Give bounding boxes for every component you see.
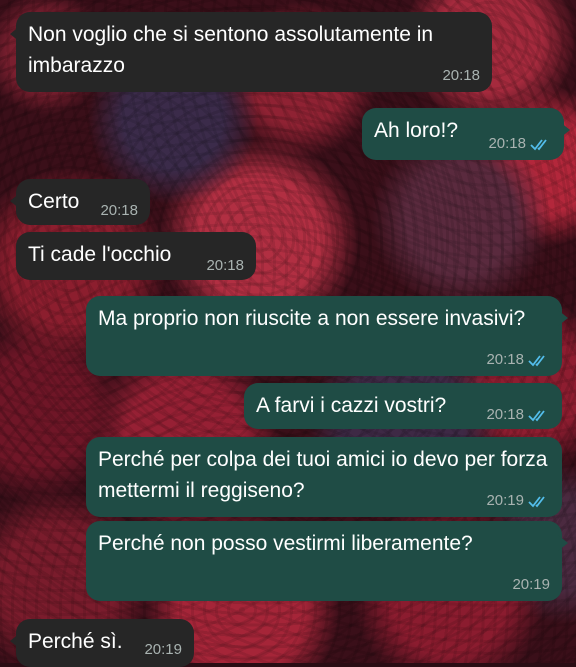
message-time: 20:18 — [442, 67, 480, 84]
message-meta: 20:19 — [512, 576, 550, 594]
message-meta: 20:18 — [488, 135, 552, 153]
message-bubble-incoming[interactable]: Non voglio che si sentono assolutamente … — [10, 12, 492, 92]
message-time: 20:18 — [486, 351, 524, 368]
message-meta: 20:18 — [206, 257, 244, 275]
message-text: Non voglio che si sentono assolutamente … — [28, 23, 434, 77]
message-time: 20:18 — [488, 135, 526, 152]
message-text: Perché non posso vestirmi liberamente? — [98, 532, 473, 555]
message-bubble-outgoing[interactable]: Perché per colpa dei tuoi amici io devo … — [86, 437, 562, 517]
message-meta: 20:18 — [486, 351, 550, 369]
double-check-read-icon — [528, 354, 550, 367]
message-bubble-incoming[interactable]: Ti cade l'occhio 20:18 — [16, 232, 256, 280]
message-time: 20:19 — [512, 576, 550, 593]
message-list[interactable]: Non voglio che si sentono assolutamente … — [0, 0, 576, 667]
message-time: 20:18 — [206, 257, 244, 274]
message-bubble-outgoing[interactable]: A farvi i cazzi vostri? 20:18 — [244, 383, 562, 429]
message-bubble-incoming[interactable]: Certo 20:18 — [10, 179, 150, 225]
double-check-read-icon — [528, 495, 550, 508]
message-meta: 20:18 — [442, 67, 480, 85]
message-time: 20:19 — [486, 492, 524, 509]
message-meta: 20:18 — [486, 406, 550, 424]
message-bubble-incoming[interactable]: Perché sì. 20:19 — [10, 619, 194, 667]
message-meta: 20:18 — [100, 202, 138, 220]
message-meta: 20:19 — [486, 492, 550, 510]
message-bubble-outgoing[interactable]: Ma proprio non riuscite a non essere inv… — [86, 296, 568, 376]
message-text: Perché per colpa dei tuoi amici io devo … — [98, 448, 548, 502]
message-bubble-outgoing[interactable]: Ah loro!? 20:18 — [362, 108, 570, 160]
message-time: 20:18 — [100, 202, 138, 219]
message-time: 20:19 — [144, 641, 182, 658]
message-meta: 20:19 — [144, 641, 182, 659]
double-check-read-icon — [528, 409, 550, 422]
message-text: Ma proprio non riuscite a non essere inv… — [98, 307, 526, 330]
message-time: 20:18 — [486, 406, 524, 423]
message-bubble-outgoing[interactable]: Perché non posso vestirmi liberamente? 2… — [86, 521, 568, 601]
double-check-read-icon — [530, 138, 552, 151]
